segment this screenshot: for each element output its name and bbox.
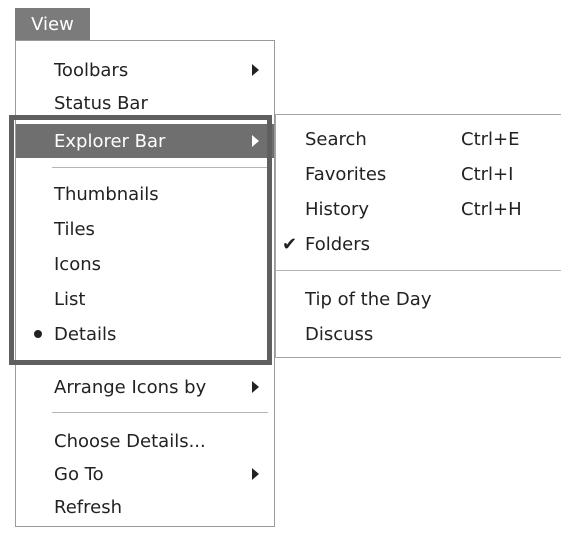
submenu-item-favorites-shortcut: Ctrl+I [461, 163, 514, 185]
menu-item-toolbars-label: Toolbars [54, 59, 129, 81]
menu-item-details[interactable]: Details [16, 317, 274, 351]
submenu-item-search-shortcut: Ctrl+E [461, 128, 520, 150]
chevron-right-icon [252, 381, 259, 393]
menu-item-list-label: List [54, 288, 86, 310]
checkmark-icon: ✔ [282, 233, 298, 255]
menu-view-label: View [31, 13, 74, 35]
submenu-item-search-label: Search [305, 128, 367, 150]
menu-view[interactable]: View [15, 8, 90, 40]
submenu-item-folders-label: Folders [305, 233, 371, 255]
submenu-item-history-label: History [305, 198, 370, 220]
submenu-item-folders[interactable]: ✔ Folders [276, 227, 561, 261]
menu-item-tiles-label: Tiles [54, 218, 95, 240]
menu-item-status-bar[interactable]: Status Bar [16, 86, 274, 120]
submenu-item-favorites-label: Favorites [305, 163, 387, 185]
submenu-item-search[interactable]: Search Ctrl+E [276, 122, 561, 156]
menu-item-arrange-icons-by-label: Arrange Icons by [54, 376, 207, 398]
bullet-icon [34, 330, 42, 338]
menu-item-choose-details[interactable]: Choose Details... [16, 424, 274, 458]
menu-item-list[interactable]: List [16, 282, 274, 316]
submenu-item-favorites[interactable]: Favorites Ctrl+I [276, 157, 561, 191]
menu-item-details-label: Details [54, 323, 117, 345]
chevron-right-icon [252, 135, 259, 147]
chevron-right-icon [252, 468, 259, 480]
menu-item-explorer-bar-label: Explorer Bar [54, 130, 166, 152]
menu-item-refresh[interactable]: Refresh [16, 490, 274, 524]
menu-item-refresh-label: Refresh [54, 496, 122, 518]
menu-separator [52, 167, 268, 169]
menu-item-icons[interactable]: Icons [16, 247, 274, 281]
submenu-item-tip-of-the-day[interactable]: Tip of the Day [276, 282, 561, 316]
menu-item-go-to-label: Go To [54, 463, 104, 485]
menu-item-thumbnails[interactable]: Thumbnails [16, 177, 274, 211]
menu-item-status-bar-label: Status Bar [54, 92, 148, 114]
menu-item-icons-label: Icons [54, 253, 102, 275]
submenu-item-history[interactable]: History Ctrl+H [276, 192, 561, 226]
submenu-item-history-shortcut: Ctrl+H [461, 198, 522, 220]
menu-item-toolbars[interactable]: Toolbars [16, 53, 274, 87]
menu-item-go-to[interactable]: Go To [16, 457, 274, 491]
submenu-item-discuss-label: Discuss [305, 323, 374, 345]
explorer-bar-submenu: Search Ctrl+E Favorites Ctrl+I History C… [275, 114, 561, 358]
submenu-separator [276, 270, 561, 271]
menu-separator [52, 412, 268, 414]
menu-item-tiles[interactable]: Tiles [16, 212, 274, 246]
menu-item-arrange-icons-by[interactable]: Arrange Icons by [16, 370, 274, 404]
menu-item-thumbnails-label: Thumbnails [54, 183, 159, 205]
submenu-item-tip-of-the-day-label: Tip of the Day [305, 288, 432, 310]
chevron-right-icon [252, 64, 259, 76]
view-menu: Toolbars Status Bar Explorer Bar Thumbna… [15, 40, 275, 527]
menu-item-choose-details-label: Choose Details... [54, 430, 206, 452]
submenu-item-discuss[interactable]: Discuss [276, 317, 561, 351]
menu-item-explorer-bar[interactable]: Explorer Bar [16, 124, 274, 158]
